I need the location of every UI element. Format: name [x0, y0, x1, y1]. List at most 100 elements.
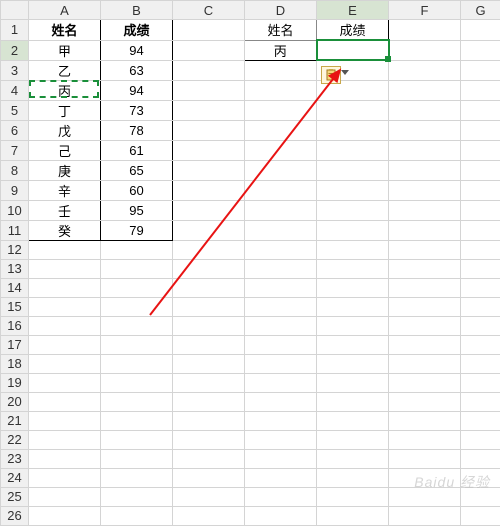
- cell-A4[interactable]: 丙: [29, 80, 101, 100]
- cell-F11[interactable]: [389, 220, 461, 240]
- cell-B17[interactable]: [101, 335, 173, 354]
- row-header-10[interactable]: 10: [1, 200, 29, 220]
- cell-F22[interactable]: [389, 430, 461, 449]
- cell-G7[interactable]: [461, 140, 500, 160]
- cell-B11[interactable]: 79: [101, 220, 173, 240]
- row-header-22[interactable]: 22: [1, 430, 29, 449]
- cell-F8[interactable]: [389, 160, 461, 180]
- cell-A19[interactable]: [29, 373, 101, 392]
- row-header-24[interactable]: 24: [1, 468, 29, 487]
- cell-D10[interactable]: [245, 200, 317, 220]
- cell-C2[interactable]: [173, 40, 245, 60]
- cell-F4[interactable]: [389, 80, 461, 100]
- row-header-6[interactable]: 6: [1, 120, 29, 140]
- cell-C19[interactable]: [173, 373, 245, 392]
- cell-B15[interactable]: [101, 297, 173, 316]
- cell-F3[interactable]: [389, 60, 461, 80]
- cell-A21[interactable]: [29, 411, 101, 430]
- cell-D9[interactable]: [245, 180, 317, 200]
- cell-A11[interactable]: 癸: [29, 220, 101, 240]
- cell-A7[interactable]: 己: [29, 140, 101, 160]
- cell-C6[interactable]: [173, 120, 245, 140]
- cell-B13[interactable]: [101, 259, 173, 278]
- cell-G12[interactable]: [461, 240, 500, 259]
- cell-B8[interactable]: 65: [101, 160, 173, 180]
- cell-B5[interactable]: 73: [101, 100, 173, 120]
- spreadsheet-grid[interactable]: A B C D E F G 1 姓名 成绩 姓名 成绩 2 甲 94 丙 3 乙…: [0, 0, 500, 500]
- cell-G23[interactable]: [461, 449, 500, 468]
- cell-G14[interactable]: [461, 278, 500, 297]
- cell-G20[interactable]: [461, 392, 500, 411]
- cell-D2[interactable]: 丙: [245, 40, 317, 60]
- cell-A12[interactable]: [29, 240, 101, 259]
- cell-B4[interactable]: 94: [101, 80, 173, 100]
- cell-D7[interactable]: [245, 140, 317, 160]
- cell-G1[interactable]: [461, 20, 500, 41]
- cell-F1[interactable]: [389, 20, 461, 41]
- cell-D26[interactable]: [245, 506, 317, 525]
- row-header-23[interactable]: 23: [1, 449, 29, 468]
- row-header-8[interactable]: 8: [1, 160, 29, 180]
- cell-G13[interactable]: [461, 259, 500, 278]
- cell-B3[interactable]: 63: [101, 60, 173, 80]
- cell-C5[interactable]: [173, 100, 245, 120]
- cell-F16[interactable]: [389, 316, 461, 335]
- row-header-12[interactable]: 12: [1, 240, 29, 259]
- cell-B2[interactable]: 94: [101, 40, 173, 60]
- row-header-2[interactable]: 2: [1, 40, 29, 60]
- cell-A18[interactable]: [29, 354, 101, 373]
- cell-D20[interactable]: [245, 392, 317, 411]
- cell-D18[interactable]: [245, 354, 317, 373]
- cell-F26[interactable]: [389, 506, 461, 525]
- cell-B20[interactable]: [101, 392, 173, 411]
- cell-F17[interactable]: [389, 335, 461, 354]
- cell-E6[interactable]: [317, 120, 389, 140]
- cell-D11[interactable]: [245, 220, 317, 240]
- cell-D19[interactable]: [245, 373, 317, 392]
- row-header-15[interactable]: 15: [1, 297, 29, 316]
- cell-B10[interactable]: 95: [101, 200, 173, 220]
- cell-A20[interactable]: [29, 392, 101, 411]
- cell-G19[interactable]: [461, 373, 500, 392]
- cell-D12[interactable]: [245, 240, 317, 259]
- cell-D15[interactable]: [245, 297, 317, 316]
- cell-F5[interactable]: [389, 100, 461, 120]
- col-header-E[interactable]: E: [317, 1, 389, 20]
- cell-G11[interactable]: [461, 220, 500, 240]
- cell-D5[interactable]: [245, 100, 317, 120]
- cell-B18[interactable]: [101, 354, 173, 373]
- cell-E9[interactable]: [317, 180, 389, 200]
- cell-E11[interactable]: [317, 220, 389, 240]
- cell-E13[interactable]: [317, 259, 389, 278]
- fill-handle[interactable]: [385, 56, 391, 62]
- col-header-G[interactable]: G: [461, 1, 500, 20]
- cell-F18[interactable]: [389, 354, 461, 373]
- cell-G22[interactable]: [461, 430, 500, 449]
- cell-D4[interactable]: [245, 80, 317, 100]
- cell-F15[interactable]: [389, 297, 461, 316]
- cell-A23[interactable]: [29, 449, 101, 468]
- cell-B12[interactable]: [101, 240, 173, 259]
- cell-F25[interactable]: [389, 487, 461, 506]
- cell-C25[interactable]: [173, 487, 245, 506]
- row-header-14[interactable]: 14: [1, 278, 29, 297]
- row-header-7[interactable]: 7: [1, 140, 29, 160]
- cell-C13[interactable]: [173, 259, 245, 278]
- cell-G5[interactable]: [461, 100, 500, 120]
- cell-G25[interactable]: [461, 487, 500, 506]
- row-header-9[interactable]: 9: [1, 180, 29, 200]
- cell-D16[interactable]: [245, 316, 317, 335]
- cell-D14[interactable]: [245, 278, 317, 297]
- cell-A24[interactable]: [29, 468, 101, 487]
- cell-C10[interactable]: [173, 200, 245, 220]
- cell-D17[interactable]: [245, 335, 317, 354]
- cell-G6[interactable]: [461, 120, 500, 140]
- cell-C4[interactable]: [173, 80, 245, 100]
- col-header-F[interactable]: F: [389, 1, 461, 20]
- cell-E14[interactable]: [317, 278, 389, 297]
- cell-E22[interactable]: [317, 430, 389, 449]
- col-header-A[interactable]: A: [29, 1, 101, 20]
- cell-B25[interactable]: [101, 487, 173, 506]
- cell-D24[interactable]: [245, 468, 317, 487]
- cell-B1[interactable]: 成绩: [101, 20, 173, 41]
